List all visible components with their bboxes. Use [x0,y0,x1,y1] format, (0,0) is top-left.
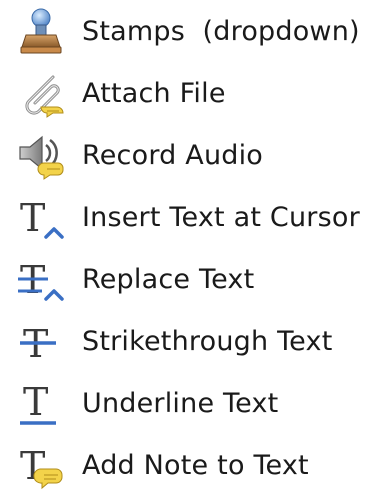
menu-item-strikethrough-text[interactable]: T Strikethrough Text [0,314,377,370]
menu-item-label: Insert Text at Cursor [82,202,360,233]
menu-item-label: Add Note to Text [82,450,309,481]
menu-item-label: Attach File [82,78,226,109]
insert-text-icon: T [12,193,70,243]
strikethrough-text-icon: T [12,317,70,367]
paperclip-note-icon [12,69,70,119]
menu-item-underline-text[interactable]: T Underline Text [0,376,377,432]
underline-text-icon: T [12,379,70,429]
annotation-tools-menu: Stamps (dropdown) Attach File Record Aud… [0,0,377,503]
menu-item-label: Replace Text [82,264,255,295]
replace-text-icon: T [12,255,70,305]
menu-item-attach-file[interactable]: Attach File [0,66,377,122]
svg-text:T: T [23,380,48,424]
menu-item-label: Record Audio [82,140,264,171]
menu-item-add-note-to-text[interactable]: T Add Note to Text [0,438,377,494]
note-text-icon: T [12,441,70,491]
menu-item-label: Stamps (dropdown) [82,16,360,47]
menu-item-label: Underline Text [82,388,279,419]
menu-item-replace-text[interactable]: T Replace Text [0,252,377,308]
menu-item-insert-text-at-cursor[interactable]: T Insert Text at Cursor [0,190,377,246]
svg-text:T: T [20,196,45,240]
menu-item-label: Strikethrough Text [82,326,333,357]
stamp-icon [12,7,70,57]
menu-item-stamps[interactable]: Stamps (dropdown) [0,4,377,60]
speaker-note-icon [12,131,70,181]
menu-item-record-audio[interactable]: Record Audio [0,128,377,184]
